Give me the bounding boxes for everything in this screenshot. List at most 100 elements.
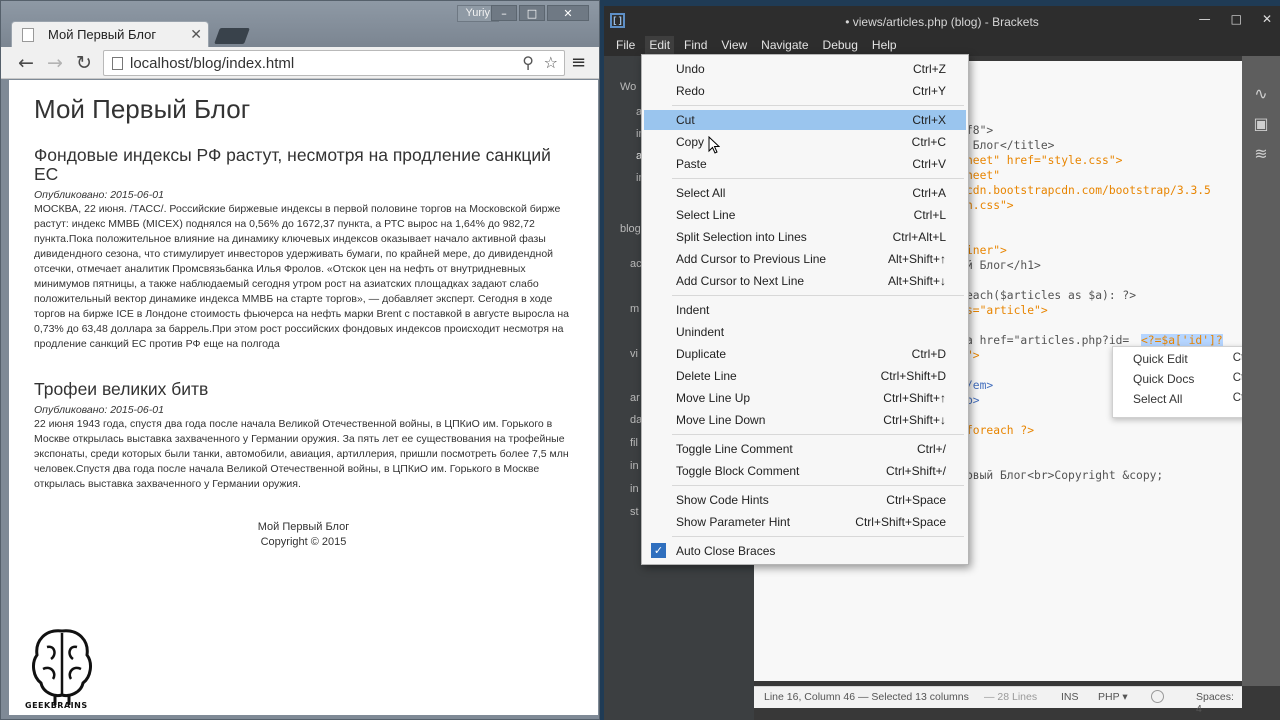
tab-blog[interactable]: Мой Первый Блог ✕ [11, 21, 209, 47]
sidebar-working-files[interactable]: Wo [620, 81, 636, 93]
menu-item-shortcut: Ctrl+Alt+L [892, 230, 946, 244]
menu-item-cut[interactable]: Cut Ctrl+X [644, 110, 966, 130]
menu-item-move-line-up[interactable]: Move Line Up Ctrl+Shift+↑ [644, 388, 966, 408]
layers-icon[interactable]: ≋ [1251, 144, 1271, 163]
address-bar[interactable]: localhost/blog/index.html ⚲ ☆ [103, 50, 565, 76]
code-line: heet" [966, 169, 1001, 182]
menu-item-copy[interactable]: Copy Ctrl+C [644, 132, 966, 152]
minimize-button[interactable]: – [491, 5, 517, 21]
file-item[interactable]: st [630, 506, 639, 518]
menu-item-label: Unindent [676, 325, 725, 339]
code-line: cdn.bootstrapcdn.com/bootstrap/3.3.5 [966, 184, 1211, 197]
file-item[interactable]: in [630, 460, 639, 472]
maximize-button[interactable]: □ [1231, 12, 1242, 26]
menu-debug[interactable]: Debug [823, 36, 858, 56]
menu-item-label: Toggle Block Comment [676, 464, 800, 478]
code-line: f8"> [966, 124, 994, 137]
menu-item-label: Toggle Line Comment [676, 442, 793, 456]
file-item[interactable]: ar [630, 392, 640, 404]
quick-edit-item[interactable]: Quick Edit [1133, 352, 1188, 366]
code-line: foreach ?> [966, 424, 1035, 437]
quick-docs-item[interactable]: Quick Docs [1133, 372, 1194, 386]
menu-find[interactable]: Find [684, 36, 707, 56]
menu-item-label: Move Line Up [676, 391, 751, 405]
language-selector[interactable]: PHP ▾ [1098, 691, 1128, 703]
blog-title: Мой Первый Блог [34, 94, 251, 124]
menu-item-select-line[interactable]: Select Line Ctrl+L [644, 205, 966, 225]
menu-item-label: Split Selection into Lines [676, 230, 807, 244]
menu-item-shortcut: Alt+Shift+↓ [887, 274, 946, 288]
right-toolbar: ∿ ▣ ≋ [1242, 56, 1280, 686]
close-button[interactable]: ✕ [547, 5, 589, 21]
window-controls: — □ ✕ [1199, 12, 1272, 26]
menu-item-label: Delete Line [676, 369, 737, 383]
menu-item-add-cursor-next[interactable]: Add Cursor to Next Line Alt+Shift+↓ [644, 271, 966, 291]
menu-item-unindent[interactable]: Unindent [644, 322, 966, 342]
menu-item-shortcut: Ctrl+L [913, 208, 946, 222]
menu-item-add-cursor-prev[interactable]: Add Cursor to Previous Line Alt+Shift+↑ [644, 249, 966, 269]
menu-item-shortcut: Ctrl+Shift+/ [885, 464, 946, 478]
file-item[interactable]: in [630, 483, 639, 495]
menu-item-undo[interactable]: Undo Ctrl+Z [644, 59, 966, 79]
footer-title: Мой Первый Блог [257, 521, 350, 533]
menu-item-move-line-down[interactable]: Move Line Down Ctrl+Shift+↓ [644, 410, 966, 430]
article-title: Фондовые индексы РФ растут, несмотря на … [34, 145, 551, 184]
menu-navigate[interactable]: Navigate [761, 36, 808, 56]
menu-item-shortcut: Ctrl+Space [886, 493, 946, 507]
menu-divider [672, 178, 964, 179]
menu-item-delete-line[interactable]: Delete Line Ctrl+Shift+D [644, 366, 966, 386]
close-button[interactable]: ✕ [1262, 12, 1272, 26]
folder-item[interactable]: ac [630, 258, 642, 270]
indent-setting[interactable]: Spaces: 4 [1196, 691, 1242, 715]
close-icon[interactable]: ✕ [190, 26, 202, 43]
menu-view[interactable]: View [721, 36, 747, 56]
insert-mode-toggle[interactable]: INS [1061, 691, 1079, 703]
menu-item-redo[interactable]: Redo Ctrl+Y [644, 81, 966, 101]
star-icon[interactable]: ☆ [544, 53, 558, 72]
editor-title: • views/articles.php (blog) - Brackets [845, 15, 1039, 29]
page-icon [112, 57, 123, 70]
menu-item-auto-close-braces[interactable]: ✓ Auto Close Braces [644, 541, 966, 561]
menu-help[interactable]: Help [872, 36, 897, 56]
page-content: Мой Первый Блог Фондовые индексы РФ раст… [9, 80, 598, 715]
file-item[interactable]: fil [630, 437, 638, 449]
menu-item-paste[interactable]: Paste Ctrl+V [644, 154, 966, 174]
menu-edit[interactable]: Edit [645, 36, 675, 56]
select-all-item[interactable]: Select All [1133, 392, 1182, 406]
menu-item-toggle-line-comment[interactable]: Toggle Line Comment Ctrl+/ [644, 439, 966, 459]
browser-titlebar: Yuriy – □ ✕ Мой Первый Блог ✕ [1, 1, 599, 47]
menu-item-toggle-block-comment[interactable]: Toggle Block Comment Ctrl+Shift+/ [644, 461, 966, 481]
reload-icon[interactable]: ↻ [72, 51, 96, 75]
menu-icon[interactable]: ≡ [571, 52, 586, 73]
menu-item-label: Show Parameter Hint [676, 515, 791, 529]
article: Трофеи великих битв Опубликовано: 2015-0… [34, 380, 580, 492]
menu-file[interactable]: File [616, 36, 635, 56]
menu-item-split-selection[interactable]: Split Selection into Lines Ctrl+Alt+L [644, 227, 966, 247]
menu-item-indent[interactable]: Indent [644, 300, 966, 320]
maximize-button[interactable]: □ [519, 5, 545, 21]
url-text: localhost/blog/index.html [130, 55, 295, 72]
menu-item-shortcut: Ctrl+Z [913, 62, 946, 76]
folder-item[interactable]: vi [630, 348, 638, 360]
menu-item-shortcut: Ctrl+Shift+↑ [883, 391, 946, 405]
lint-status-icon[interactable] [1151, 690, 1164, 703]
minimize-button[interactable]: — [1199, 12, 1211, 26]
folder-item[interactable]: m [630, 303, 639, 315]
menu-item-show-code-hints[interactable]: Show Code Hints Ctrl+Space [644, 490, 966, 510]
search-icon[interactable]: ⚲ [522, 53, 534, 72]
menubar: File Edit Find View Navigate Debug Help [604, 36, 1280, 56]
menu-item-label: Auto Close Braces [676, 544, 776, 558]
mouse-cursor-icon [708, 136, 720, 154]
menu-item-select-all[interactable]: Select All Ctrl+A [644, 183, 966, 203]
page-footer: Мой Первый Блог Copyright © 2015 [9, 520, 598, 550]
back-icon[interactable]: ← [14, 51, 38, 75]
extension-manager-icon[interactable]: ▣ [1251, 114, 1271, 133]
code-line: n.css"> [966, 199, 1014, 212]
code-line: /em> [966, 379, 994, 392]
forward-icon[interactable]: → [43, 51, 67, 75]
menu-item-duplicate[interactable]: Duplicate Ctrl+D [644, 344, 966, 364]
live-preview-icon[interactable]: ∿ [1251, 84, 1271, 103]
sidebar-project-title[interactable]: blog [620, 223, 641, 235]
menu-item-show-parameter-hint[interactable]: Show Parameter Hint Ctrl+Shift+Space [644, 512, 966, 532]
new-tab-button[interactable] [214, 28, 250, 44]
